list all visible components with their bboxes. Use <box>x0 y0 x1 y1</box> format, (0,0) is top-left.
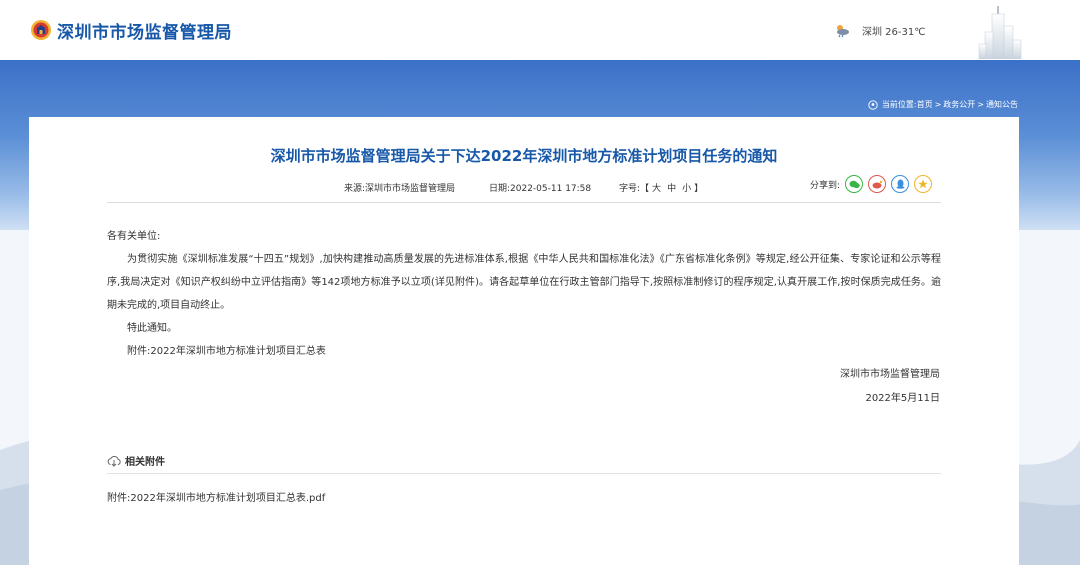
breadcrumb-prefix: 当前位置: <box>881 100 917 109</box>
weibo-icon[interactable] <box>868 175 887 193</box>
weather-widget: 深圳 26-31℃ <box>834 22 925 38</box>
font-size-medium[interactable]: 中 <box>667 184 676 194</box>
attachment-reference: 附件:2022年深圳市地方标准计划项目汇总表 <box>127 346 326 357</box>
greeting: 各有关单位: <box>107 231 161 242</box>
article-body: 各有关单位: 为贯彻实施《深圳标准发展“十四五”规划》,加快构建推动高质量发展的… <box>107 225 941 363</box>
closing-line: 特此通知。 <box>127 323 177 334</box>
main-paragraph: 为贯彻实施《深圳标准发展“十四五”规划》,加快构建推动高质量发展的先进标准体系,… <box>107 254 941 311</box>
wechat-icon[interactable] <box>845 175 864 193</box>
site-logo[interactable]: 深圳市市场监督管理局 <box>30 15 232 45</box>
site-header: 深圳市市场监督管理局 深圳 26-31℃ <box>0 0 1080 60</box>
city-tower-icon <box>978 6 1022 59</box>
breadcrumb-notices[interactable]: 通知公告 <box>986 99 1018 110</box>
breadcrumb-gov-open[interactable]: 政务公开 <box>943 99 975 110</box>
font-size-close: 】 <box>694 184 704 194</box>
weather-icon <box>837 25 849 38</box>
location-pin-icon <box>868 99 878 110</box>
breadcrumb: 当前位置: 首页 > 政务公开 > 通知公告 <box>868 99 1018 110</box>
breadcrumb-home[interactable]: 首页 <box>917 99 933 110</box>
breadcrumb-separator: > <box>977 100 984 109</box>
article-title: 深圳市市场监督管理局关于下达2022年深圳市地方标准计划项目任务的通知 <box>270 147 778 165</box>
sign-date: 2022年5月11日 <box>865 393 940 404</box>
cloud-download-icon <box>107 455 121 467</box>
article-source: 来源:深圳市市场监督管理局 <box>344 184 456 194</box>
qzone-icon[interactable] <box>914 175 933 193</box>
weather-text: 深圳 26-31℃ <box>862 26 926 38</box>
qq-icon[interactable] <box>891 175 910 193</box>
font-size-small[interactable]: 小 <box>682 184 691 194</box>
attachments-title: 相关附件 <box>125 457 165 468</box>
attachment-file-link[interactable]: 附件:2022年深圳市地方标准计划项目汇总表.pdf <box>107 489 325 504</box>
article-date: 日期:2022-05-11 17:58 <box>489 184 592 194</box>
attachments-heading: 相关附件 <box>107 453 165 468</box>
font-size-control: 字号:【大中小】 <box>619 181 703 194</box>
emblem-icon <box>31 20 51 40</box>
article-card: 深圳市市场监督管理局关于下达2022年深圳市地方标准计划项目任务的通知 来源:深… <box>29 117 1019 565</box>
logo-text: 深圳市市场监督管理局 <box>57 22 232 43</box>
signature: 深圳市市场监督管理局 <box>840 369 940 380</box>
font-size-large[interactable]: 大 <box>652 184 661 194</box>
attachments-divider <box>107 473 941 474</box>
share-bar: 分享到: <box>810 175 933 193</box>
share-label: 分享到: <box>810 180 841 191</box>
font-size-label: 字号:【 <box>619 184 650 194</box>
title-divider <box>107 202 941 203</box>
breadcrumb-separator: > <box>934 100 942 109</box>
